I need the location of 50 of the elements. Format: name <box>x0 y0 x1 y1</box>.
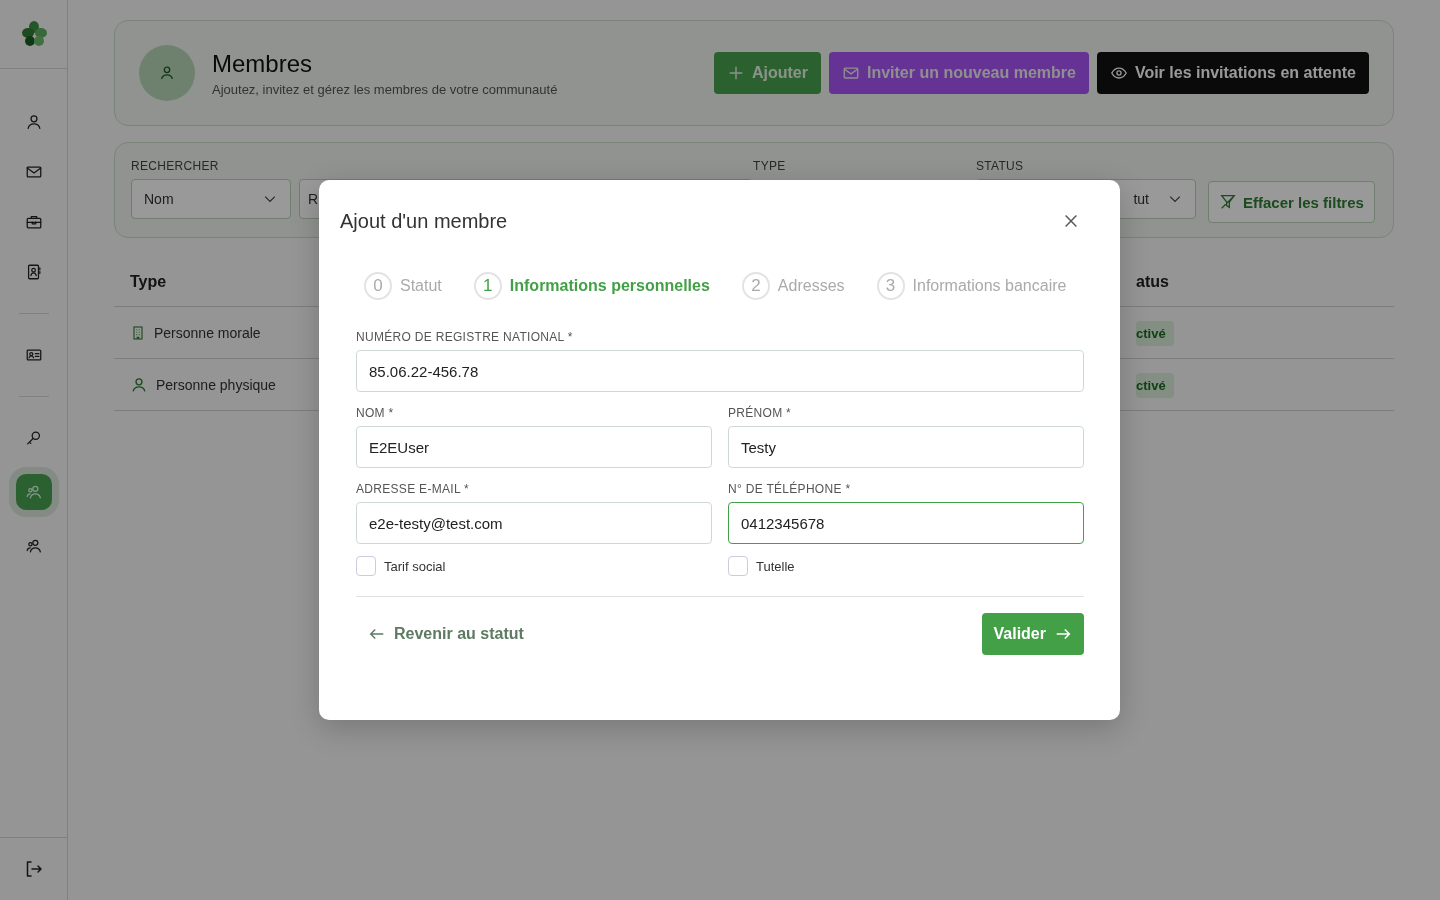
page-title: Membres <box>212 49 314 78</box>
clover-logo <box>19 20 48 48</box>
table-cell: Personne physique <box>156 376 276 393</box>
briefcase-icon <box>24 213 43 231</box>
mail-icon <box>841 64 860 82</box>
back-button[interactable]: Revenir au statut <box>356 613 536 655</box>
field-label: PRÉNOM * <box>728 406 793 420</box>
invite-button[interactable]: Inviter un nouveau membre <box>828 52 1089 94</box>
building-icon <box>130 324 146 341</box>
page-subtitle: Ajoutez, invitez et gérez les membres de votre communauté <box>212 81 559 97</box>
checkbox-label: Tarif social <box>384 558 446 574</box>
field-label: N° DE TÉLÉPHONE * <box>728 482 852 496</box>
people-icon <box>24 537 43 555</box>
filter-off-icon <box>1219 193 1237 211</box>
key-icon <box>24 429 43 447</box>
field-label: ADRESSE E-MAIL * <box>356 482 471 496</box>
checkbox[interactable] <box>728 556 748 576</box>
stepper-step[interactable]: 2 Adresses <box>741 272 845 300</box>
eye-icon <box>1109 64 1128 82</box>
people-icon <box>24 483 43 501</box>
status-badge: ctivé <box>1136 320 1174 346</box>
checkbox[interactable] <box>356 556 376 576</box>
member-avatar-icon <box>139 45 195 101</box>
stepper-step[interactable]: 3 Informations bancaire <box>876 272 1067 300</box>
dialog-title: Ajout d'un membre <box>340 209 508 233</box>
filter-label: STATUS <box>976 159 1025 173</box>
input-field[interactable]: Testy <box>728 426 1084 468</box>
status-badge: ctivé <box>1136 372 1174 398</box>
filter-label: RECHERCHER <box>131 159 220 173</box>
column-header: atus <box>1136 273 1169 290</box>
filter-label: TYPE <box>753 159 787 173</box>
clear-filters-button[interactable]: Effacer les filtres <box>1208 181 1375 223</box>
search-by-select[interactable]: Nom <box>131 179 291 219</box>
checkbox-label: Tutelle <box>756 558 795 574</box>
idcard-icon <box>24 346 43 364</box>
input-field[interactable]: e2e-testy@test.com <box>356 502 712 544</box>
input-field[interactable]: 0412345678 <box>728 502 1084 544</box>
close-icon <box>1062 212 1080 230</box>
mail-icon <box>24 163 43 181</box>
stepper-step[interactable]: 0 Statut <box>364 272 442 300</box>
person-icon <box>130 375 148 394</box>
column-header: Type <box>130 273 167 290</box>
stepper-step[interactable]: 1 Informations personnelles <box>473 272 710 300</box>
input-field[interactable]: E2EUser <box>356 426 712 468</box>
input-field[interactable]: 85.06.22-456.78 <box>356 350 1084 392</box>
submit-button[interactable]: Valider <box>981 613 1084 655</box>
pending-button[interactable]: Voir les invitations en attente <box>1096 52 1369 94</box>
field-label: NUMÉRO DE REGISTRE NATIONAL * <box>356 330 574 344</box>
field-label: NOM * <box>356 406 395 420</box>
table-cell: Personne morale <box>154 324 261 341</box>
